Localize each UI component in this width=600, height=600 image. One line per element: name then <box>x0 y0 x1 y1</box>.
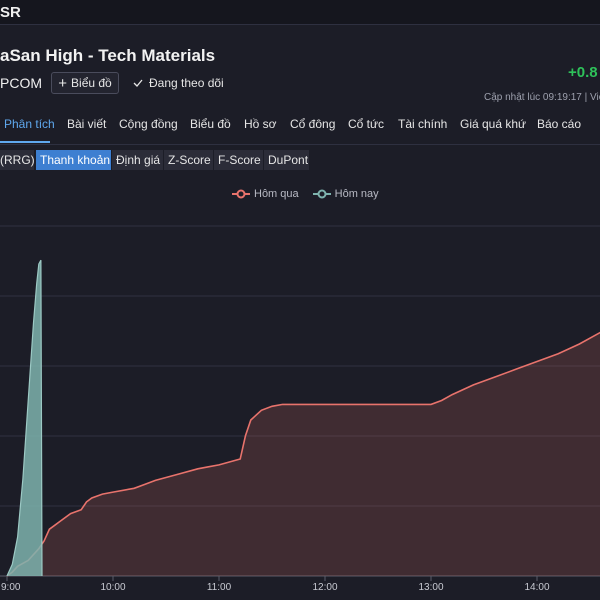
legend-label-today: Hôm nay <box>334 188 379 200</box>
add-chart-button[interactable]: + Biểu đồ <box>51 72 119 94</box>
x-tick-label: 13:00 <box>418 582 443 593</box>
series-yesterday-area <box>7 332 600 576</box>
x-tick-label: 14:00 <box>524 582 549 593</box>
subtab-rrg[interactable]: (RRG) <box>0 150 35 170</box>
subtab-thanh-khoan[interactable]: Thanh khoản <box>36 150 112 170</box>
subtab-f-score[interactable]: F-Score <box>214 150 264 170</box>
tab-bao-cao[interactable]: Báo cáo <box>537 117 581 131</box>
tab-bai-viet[interactable]: Bài viết <box>67 117 106 131</box>
legend-marker-today <box>312 189 331 199</box>
x-tick-label: 12:00 <box>312 582 337 593</box>
active-tab-indicator <box>0 141 50 143</box>
x-tick-label: 10:00 <box>100 582 125 593</box>
top-bar: SR <box>0 0 600 25</box>
tab-ho-so[interactable]: Hồ sơ <box>244 117 277 131</box>
exchange-label: PCOM <box>0 75 42 91</box>
x-tick-label: 9:00 <box>1 582 21 593</box>
tab-gia-qua-khu[interactable]: Giá quá khứ <box>460 117 526 131</box>
x-tick-label: 11:00 <box>207 582 232 593</box>
legend-marker-yesterday <box>232 189 250 199</box>
tab-phan-tich[interactable]: Phân tích <box>4 117 55 131</box>
tab-co-dong[interactable]: Cổ đông <box>290 117 335 131</box>
check-icon <box>133 79 143 87</box>
tab-co-tuc[interactable]: Cổ tức <box>348 117 384 131</box>
x-axis: 9:00 10:00 11:00 12:00 13:00 14:00 <box>1 576 550 593</box>
subtab-dupont[interactable]: DuPont <box>264 150 310 170</box>
updated-time: Cập nhật lúc 09:19:17 | Việ <box>484 92 600 103</box>
tab-tai-chinh[interactable]: Tài chính <box>398 117 447 131</box>
series-today-area <box>7 260 42 576</box>
legend-item-today[interactable]: Hôm nay <box>312 188 379 200</box>
company-title: aSan High - Tech Materials <box>0 46 216 65</box>
plus-icon: + <box>58 74 68 92</box>
add-chart-label: Biểu đồ <box>71 76 112 90</box>
subtab-z-score[interactable]: Z-Score <box>164 150 214 170</box>
legend-item-yesterday[interactable]: Hôm qua <box>232 188 299 200</box>
main-tabs: Phân tích Bài viết Cộng đồng Biểu đồ Hồ … <box>0 114 600 145</box>
follow-toggle[interactable]: Đang theo dõi <box>133 76 224 90</box>
chart-legend: Hôm qua Hôm nay <box>232 188 379 200</box>
liquidity-chart: 9:00 10:00 11:00 12:00 13:00 14:00 <box>0 225 600 593</box>
follow-label: Đang theo dõi <box>149 76 224 90</box>
price-change: +0.8 <box>568 64 598 81</box>
tab-bieu-do[interactable]: Biểu đồ <box>190 117 231 131</box>
legend-label-yesterday: Hôm qua <box>254 188 299 200</box>
tab-cong-dong[interactable]: Cộng đồng <box>119 117 178 131</box>
ticker-symbol[interactable]: SR <box>0 4 21 21</box>
subtab-dinh-gia[interactable]: Định giá <box>112 150 164 170</box>
